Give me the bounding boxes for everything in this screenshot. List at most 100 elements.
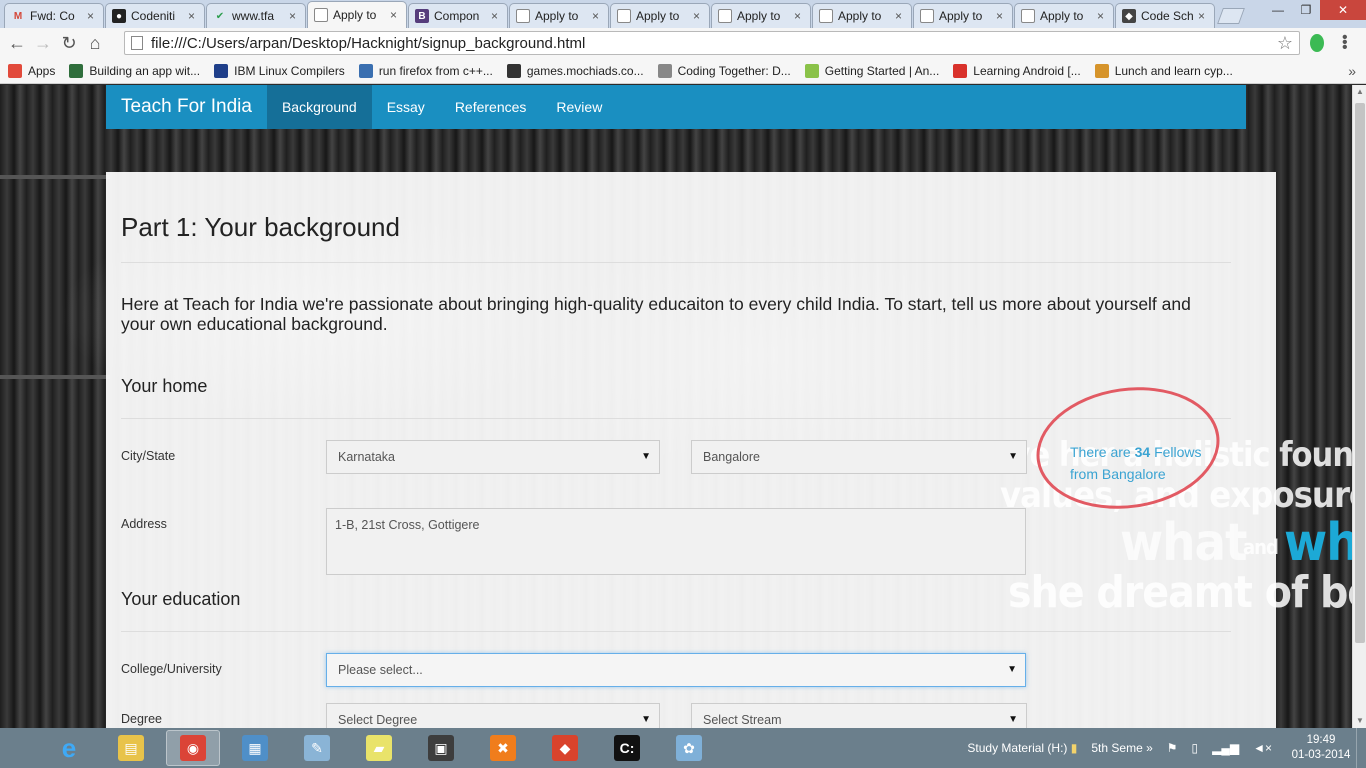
nav-background[interactable]: Background bbox=[266, 85, 372, 129]
back-icon[interactable]: ← bbox=[4, 30, 30, 56]
bookmark-item[interactable]: Coding Together: D... bbox=[657, 63, 791, 78]
browser-tab[interactable]: Apply to × bbox=[913, 3, 1013, 28]
url-text: file:///C:/Users/arpan/Desktop/Hacknight… bbox=[151, 34, 586, 52]
page-icon bbox=[131, 36, 143, 50]
taskbar-app-button[interactable]: ▣ bbox=[414, 730, 468, 766]
gmail-icon: M bbox=[13, 10, 23, 22]
bookmark-item[interactable]: run firefox from c++... bbox=[358, 63, 493, 78]
tab-title: www.tfa bbox=[232, 9, 275, 23]
degree-select[interactable]: Select Degree ▼ bbox=[326, 703, 660, 728]
scrollbar-thumb[interactable] bbox=[1355, 103, 1365, 643]
flag-icon[interactable]: ⚑ bbox=[1167, 741, 1178, 755]
check-icon: ✔ bbox=[215, 10, 225, 22]
tab-close-icon[interactable]: × bbox=[693, 9, 703, 23]
browser-tab[interactable]: ✔ www.tfa × bbox=[206, 3, 306, 28]
address-bar[interactable]: file:///C:/Users/arpan/Desktop/Hacknight… bbox=[124, 31, 1300, 55]
bookmark-item[interactable]: IBM Linux Compilers bbox=[214, 63, 345, 78]
nav-references[interactable]: References bbox=[440, 85, 542, 129]
browser-tab[interactable]: ◆ Code Sch × bbox=[1115, 3, 1215, 28]
tab-close-icon[interactable]: × bbox=[895, 9, 905, 23]
tab-title: Apply to bbox=[636, 9, 680, 23]
minimize-icon[interactable]: — bbox=[1264, 0, 1292, 20]
reload-icon[interactable]: ↻ bbox=[56, 30, 82, 56]
stream-select-value: Select Stream bbox=[703, 713, 782, 727]
browser-tab[interactable]: Apply to × bbox=[610, 3, 710, 28]
paint-icon: ✿ bbox=[676, 735, 702, 761]
bookmark-item[interactable]: Getting Started | An... bbox=[804, 63, 939, 78]
dropdown-arrow-icon: ▼ bbox=[641, 451, 651, 462]
system-clock[interactable]: 19:49 01-03-2014 bbox=[1286, 733, 1356, 763]
nav-essay[interactable]: Essay bbox=[372, 85, 440, 129]
bookmark-item[interactable]: Learning Android [... bbox=[953, 63, 1081, 78]
bookmark-item[interactable]: Lunch and learn cyp... bbox=[1094, 63, 1233, 78]
tab-title: Apply to bbox=[737, 9, 781, 23]
scroll-down-icon[interactable]: ▼ bbox=[1353, 714, 1366, 728]
city-select[interactable]: Bangalore ▼ bbox=[691, 440, 1027, 474]
pdf-icon bbox=[953, 63, 968, 78]
tab-close-icon[interactable]: × bbox=[390, 8, 400, 22]
tab-close-icon[interactable]: × bbox=[188, 9, 198, 23]
stream-select[interactable]: Select Stream ▼ bbox=[691, 703, 1027, 728]
bookmark-star-icon[interactable]: ☆ bbox=[1277, 33, 1293, 54]
more-bookmarks-icon[interactable]: » bbox=[1348, 63, 1356, 79]
site-brand[interactable]: Teach For India bbox=[106, 85, 267, 129]
tab-title: Compon bbox=[434, 9, 480, 23]
tab-close-icon[interactable]: × bbox=[1198, 9, 1208, 23]
home-icon[interactable]: ⌂ bbox=[82, 30, 108, 56]
drive-toolbar[interactable]: Study Material (H:) ▮ bbox=[967, 741, 1077, 755]
forward-icon[interactable]: → bbox=[30, 30, 56, 56]
page-scrollbar[interactable]: ▲ ▼ bbox=[1352, 85, 1366, 728]
browser-tab[interactable]: M Fwd: Co × bbox=[4, 3, 104, 28]
taskbar-app-button[interactable]: ▤ bbox=[104, 730, 158, 766]
dropdown-arrow-icon: ▼ bbox=[1008, 714, 1018, 725]
new-tab-button[interactable] bbox=[1217, 8, 1245, 24]
bookmark-app-icon bbox=[69, 63, 84, 78]
browser-tab[interactable]: Apply to × bbox=[307, 1, 407, 28]
tab-title: Apply to bbox=[838, 9, 882, 23]
tab-close-icon[interactable]: × bbox=[87, 9, 97, 23]
nav-review[interactable]: Review bbox=[541, 85, 617, 129]
tab-close-icon[interactable]: × bbox=[794, 9, 804, 23]
city-state-label: City/State bbox=[121, 449, 176, 463]
browser-tab[interactable]: Apply to × bbox=[509, 3, 609, 28]
taskbar-app-button[interactable]: ◆ bbox=[538, 730, 592, 766]
taskbar-app-button[interactable]: ✿ bbox=[662, 730, 716, 766]
browser-tab[interactable]: Apply to × bbox=[812, 3, 912, 28]
taskbar-app-button[interactable]: ✖ bbox=[476, 730, 530, 766]
bookmark-item[interactable]: Building an app wit... bbox=[69, 63, 200, 78]
taskbar-app-button[interactable]: ◉ bbox=[166, 730, 220, 766]
browser-tab[interactable]: Apply to × bbox=[1014, 3, 1114, 28]
address-textarea[interactable]: 1-B, 21st Cross, Gottigere bbox=[326, 508, 1026, 575]
taskbar-app-button[interactable]: e bbox=[42, 730, 96, 766]
folder-toolbar[interactable]: 5th Seme » bbox=[1091, 741, 1152, 755]
browser-tab[interactable]: Apply to × bbox=[711, 3, 811, 28]
taskbar-app-button[interactable]: ▰ bbox=[352, 730, 406, 766]
clock-date: 01-03-2014 bbox=[1291, 749, 1351, 761]
close-window-icon[interactable]: ✕ bbox=[1320, 0, 1366, 20]
tab-close-icon[interactable]: × bbox=[1097, 9, 1107, 23]
volume-muted-icon[interactable]: ◄× bbox=[1253, 741, 1272, 755]
menu-icon[interactable]: • • • bbox=[1342, 30, 1358, 56]
cmd-icon: C: bbox=[614, 735, 640, 761]
bookmark-item[interactable]: Apps bbox=[8, 63, 55, 78]
tab-close-icon[interactable]: × bbox=[996, 9, 1006, 23]
state-select[interactable]: Karnataka ▼ bbox=[326, 440, 660, 474]
browser-tab[interactable]: ● Codeniti × bbox=[105, 3, 205, 28]
github-icon: ● bbox=[112, 9, 126, 23]
college-select[interactable]: Please select... ▼ bbox=[326, 653, 1026, 687]
browser-tab[interactable]: B Compon × bbox=[408, 3, 508, 28]
taskbar-app-button[interactable]: ✎ bbox=[290, 730, 344, 766]
tab-close-icon[interactable]: × bbox=[289, 9, 299, 23]
scroll-up-icon[interactable]: ▲ bbox=[1353, 85, 1366, 99]
show-desktop-button[interactable] bbox=[1356, 728, 1366, 768]
signal-icon[interactable]: ▂▄▆ bbox=[1212, 741, 1239, 755]
bookmark-item[interactable]: games.mochiads.co... bbox=[506, 63, 644, 78]
taskbar-app-button[interactable]: ▦ bbox=[228, 730, 282, 766]
taskbar-app-button[interactable]: C: bbox=[600, 730, 654, 766]
maximize-icon[interactable]: ❐ bbox=[1292, 0, 1320, 20]
tab-title: Apply to bbox=[939, 9, 983, 23]
tab-close-icon[interactable]: × bbox=[491, 9, 501, 23]
battery-icon[interactable]: ▯ bbox=[1192, 741, 1199, 755]
tab-close-icon[interactable]: × bbox=[592, 9, 602, 23]
extension-icon[interactable] bbox=[1310, 34, 1324, 52]
